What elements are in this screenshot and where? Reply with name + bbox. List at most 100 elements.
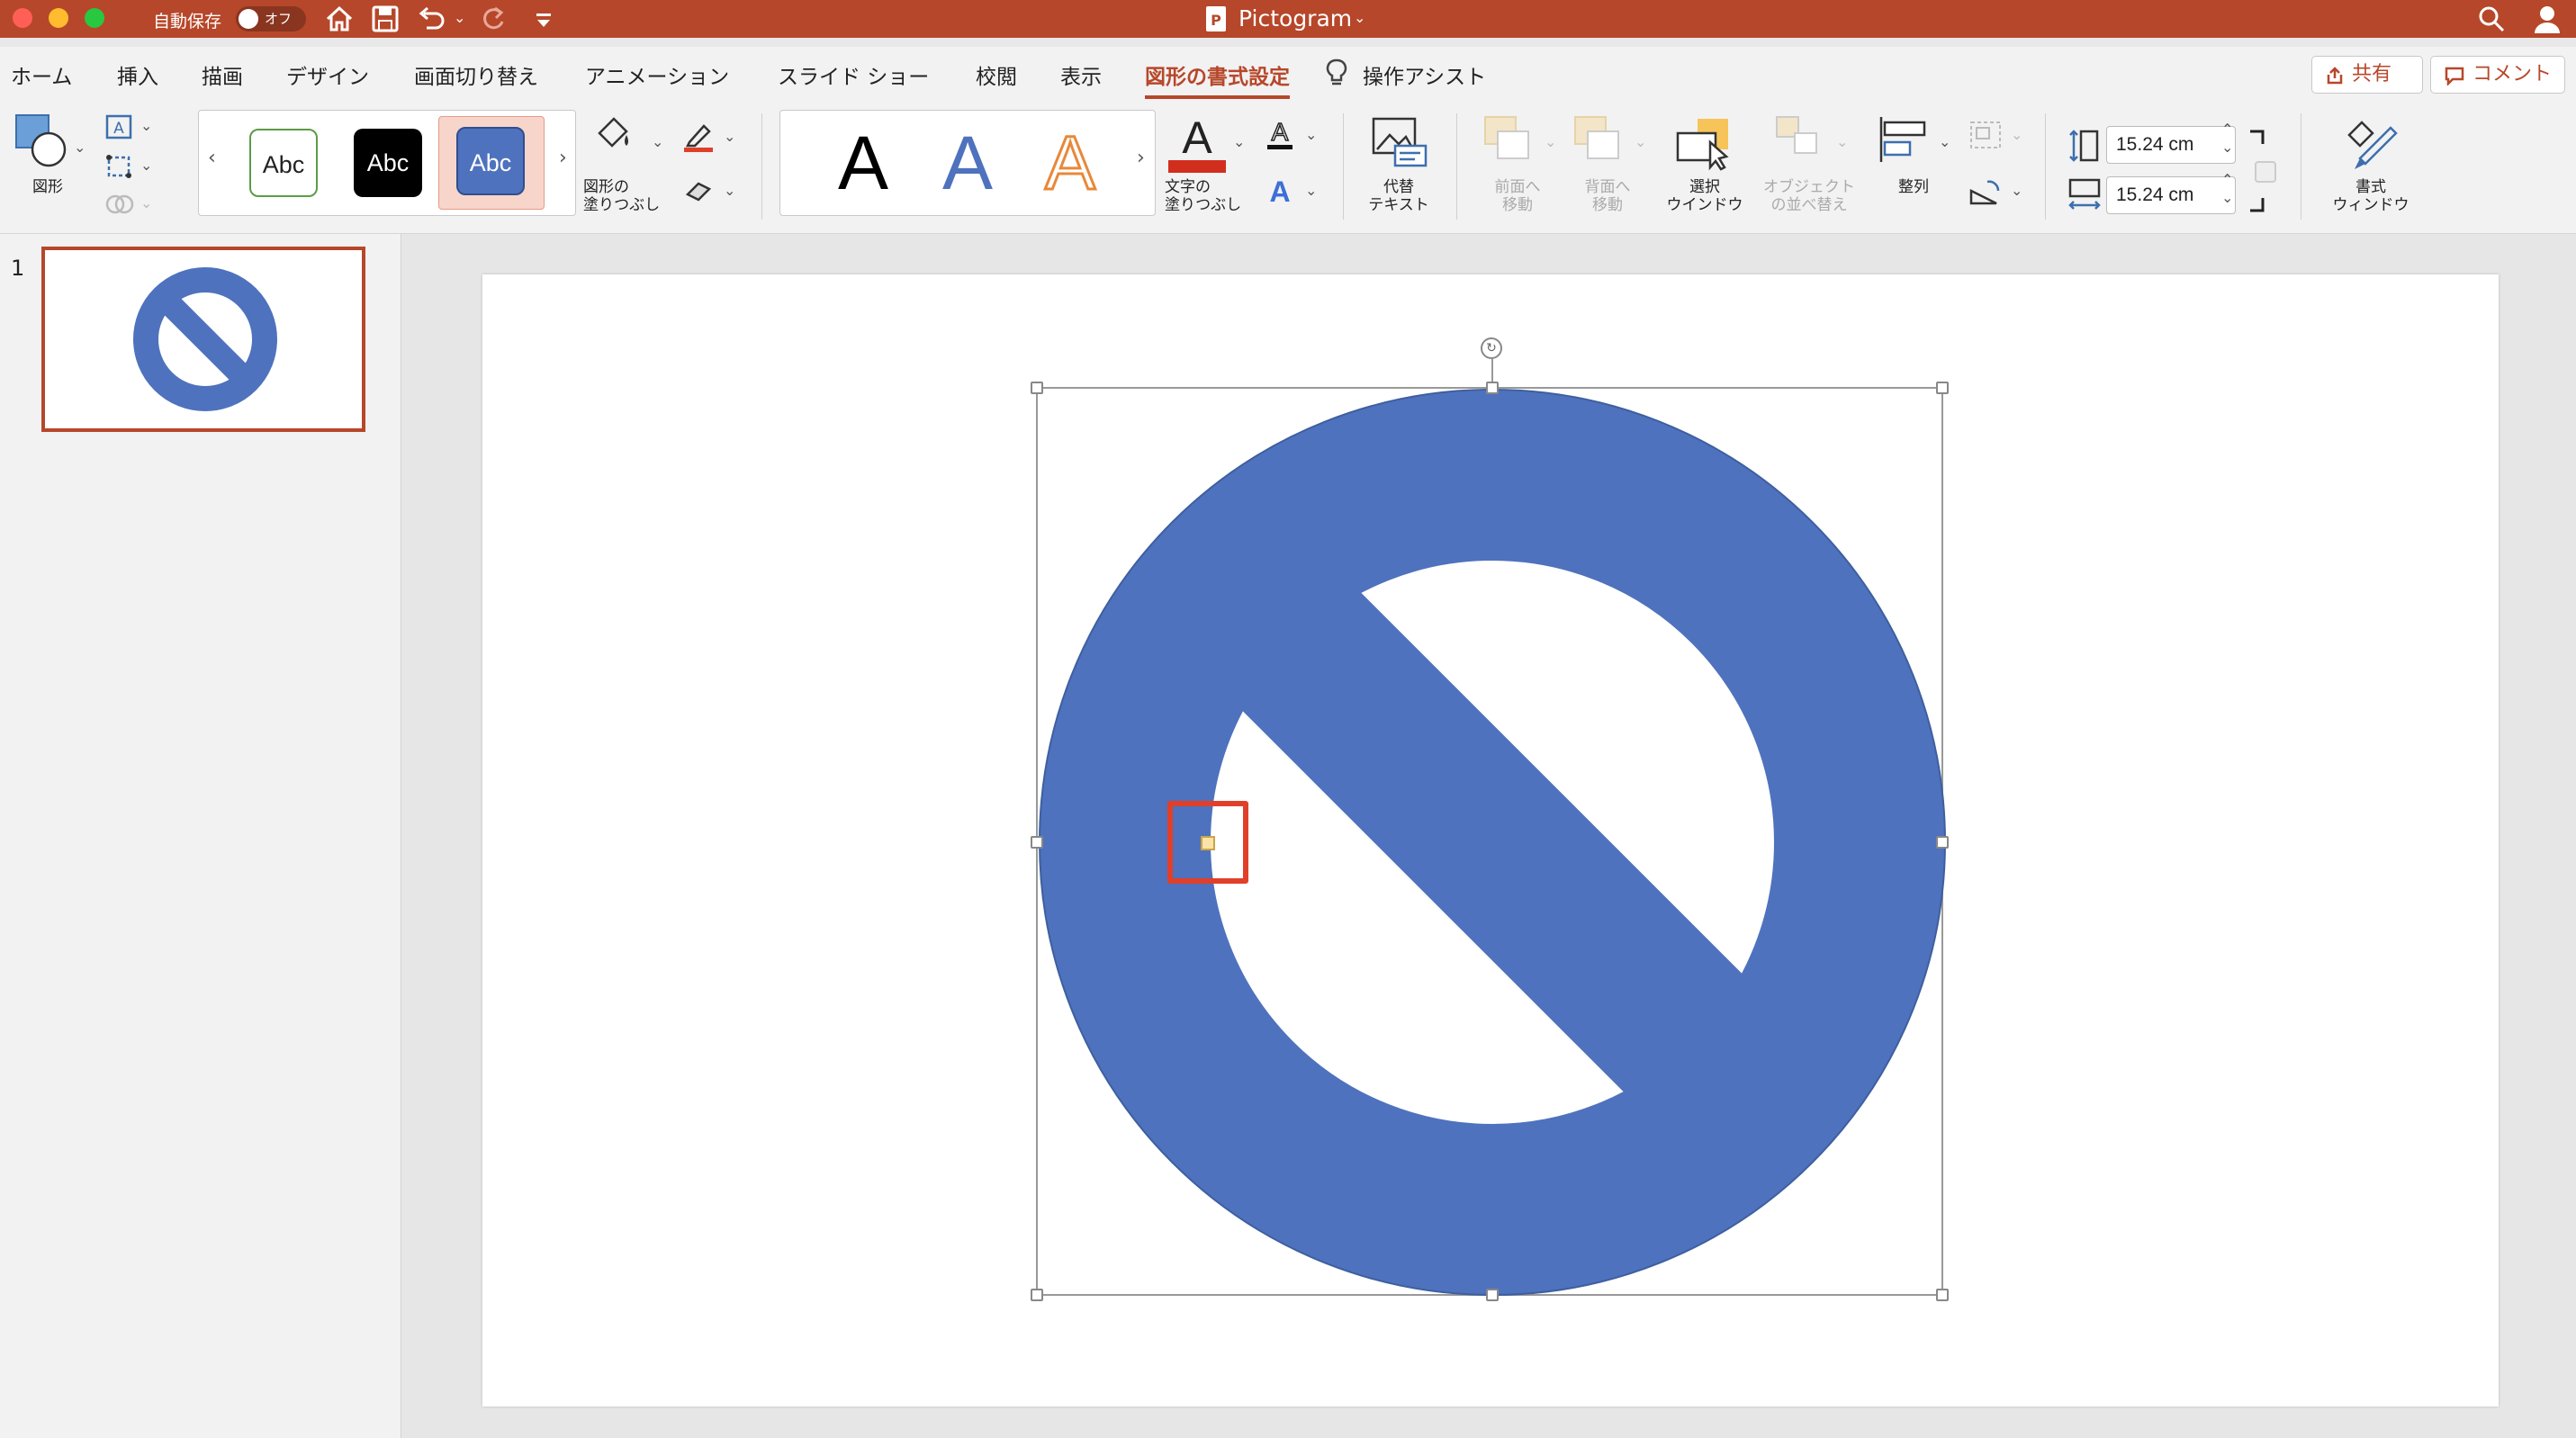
comment-icon (2445, 67, 2464, 85)
arrange-objects-label-2: の並べ替え (1770, 196, 1848, 214)
prohibition-sign-shape[interactable] (482, 274, 2499, 1407)
slide-thumbnail-1[interactable] (41, 247, 365, 432)
shapes-label: 図形 (32, 178, 63, 196)
wordart-scroll-right-icon[interactable]: › (1137, 147, 1145, 169)
text-fill-icon[interactable]: A (1168, 112, 1226, 176)
undo-dropdown-icon[interactable]: ⌄ (454, 9, 465, 26)
gallery-scroll-left-icon[interactable]: ‹ (208, 147, 216, 169)
tab-transitions[interactable]: 画面切り替え (414, 59, 538, 90)
shape-effects-icon[interactable] (682, 176, 715, 205)
undo-icon[interactable] (416, 4, 446, 33)
selection-pane-label-1: 選択 (1689, 178, 1720, 196)
text-fill-dropdown-icon[interactable]: ⌄ (1233, 133, 1245, 150)
edit-shape-dropdown-icon[interactable]: ⌄ (140, 157, 152, 174)
text-outline-icon[interactable]: A (1264, 117, 1296, 153)
shapes-icon[interactable] (14, 113, 70, 169)
lock-aspect-ratio-icon[interactable] (2245, 126, 2281, 216)
comment-button[interactable]: コメント (2430, 56, 2565, 94)
tab-home[interactable]: ホーム (11, 59, 72, 90)
wordart-style-black[interactable]: A (838, 120, 888, 206)
save-icon[interactable] (371, 4, 400, 33)
zoom-window-button[interactable] (85, 8, 104, 28)
text-effects-icon[interactable]: A (1264, 175, 1296, 207)
text-outline-dropdown-icon[interactable]: ⌄ (1305, 126, 1317, 143)
shape-height-input[interactable]: 15.24 cm (2106, 126, 2236, 164)
shapes-dropdown-icon[interactable]: ⌄ (74, 139, 86, 156)
wordart-style-orange-outline[interactable]: A (1043, 120, 1096, 207)
edit-shape-icon[interactable] (104, 153, 133, 180)
tab-draw[interactable]: 描画 (202, 59, 243, 90)
minimize-window-button[interactable] (49, 8, 68, 28)
text-box-dropdown-icon[interactable]: ⌄ (140, 117, 152, 134)
comment-label: コメント (2472, 63, 2553, 85)
shape-style-blue[interactable]: Abc (456, 127, 525, 195)
adjustment-handle[interactable] (1201, 836, 1215, 850)
redo-icon (483, 6, 504, 30)
resize-handle-bottom[interactable] (1486, 1289, 1499, 1301)
shape-effects-dropdown-icon[interactable]: ⌄ (724, 182, 735, 199)
tab-insert[interactable]: 挿入 (117, 59, 158, 90)
height-increase-icon[interactable]: ⌃ (2221, 121, 2233, 138)
rotate-icon[interactable] (1968, 176, 2004, 209)
resize-handle-bottom-right[interactable] (1936, 1289, 1949, 1301)
svg-text:A: A (113, 120, 124, 138)
slide-canvas[interactable]: ↻ (482, 274, 2499, 1407)
shape-width-icon (2068, 178, 2101, 210)
title-dropdown-icon[interactable]: ⌄ (1354, 9, 1365, 26)
bring-forward-label-2: 移動 (1502, 196, 1533, 214)
tab-view[interactable]: 表示 (1060, 59, 1102, 90)
ribbon-separator (2045, 113, 2046, 220)
alt-text-icon[interactable] (1370, 115, 1429, 169)
share-button[interactable]: 共有 (2311, 56, 2423, 94)
arrange-objects-icon (1776, 116, 1817, 154)
height-decrease-icon[interactable]: ⌄ (2221, 139, 2233, 156)
text-effects-dropdown-icon[interactable]: ⌄ (1305, 182, 1317, 199)
resize-handle-top[interactable] (1486, 382, 1499, 394)
tab-animations[interactable]: アニメーション (585, 59, 729, 90)
align-dropdown-icon[interactable]: ⌄ (1939, 133, 1950, 150)
ribbon-separator (761, 113, 762, 220)
width-decrease-icon[interactable]: ⌄ (2221, 189, 2233, 206)
shape-outline-dropdown-icon[interactable]: ⌄ (724, 128, 735, 145)
width-increase-icon[interactable]: ⌃ (2221, 171, 2233, 188)
person-icon[interactable] (2531, 3, 2563, 35)
tab-shape-format[interactable]: 図形の書式設定 (1145, 59, 1290, 99)
customize-icon[interactable] (533, 11, 554, 29)
alt-text-label-2: テキスト (1368, 196, 1429, 214)
format-pane-label-1: 書式 (2355, 178, 2386, 196)
shape-styles-gallery: ‹ Abc Abc Abc › (198, 110, 576, 216)
shape-style-dark[interactable]: Abc (354, 129, 422, 197)
rotate-dropdown-icon[interactable]: ⌄ (2011, 182, 2022, 199)
selection-pane-icon[interactable] (1674, 115, 1734, 171)
selection-pane-label-2: ウインドウ (1666, 196, 1743, 214)
resize-handle-top-right[interactable] (1936, 382, 1949, 394)
search-icon[interactable] (2477, 4, 2506, 33)
align-label: 整列 (1898, 178, 1929, 196)
tab-slideshow[interactable]: スライド ショー (778, 59, 929, 90)
resize-handle-top-left[interactable] (1031, 382, 1043, 394)
resize-handle-left[interactable] (1031, 836, 1043, 849)
tell-me-assist[interactable]: 操作アシスト (1363, 59, 1486, 90)
arrange-objects-label-1: オブジェクト (1763, 178, 1855, 196)
format-pane-icon[interactable] (2340, 113, 2403, 173)
text-box-icon[interactable]: A (104, 113, 133, 140)
paint-bucket-icon[interactable] (594, 113, 634, 157)
shape-width-input[interactable]: 15.24 cm (2106, 176, 2236, 214)
close-window-button[interactable] (13, 8, 32, 28)
align-icon[interactable] (1878, 113, 1932, 166)
tab-design[interactable]: デザイン (286, 59, 369, 90)
wordart-style-blue[interactable]: A (942, 120, 993, 206)
rotate-handle-icon[interactable]: ↻ (1481, 337, 1502, 359)
resize-handle-bottom-left[interactable] (1031, 1289, 1043, 1301)
home-icon[interactable] (324, 4, 355, 34)
resize-handle-right[interactable] (1936, 836, 1949, 849)
tab-review[interactable]: 校閲 (976, 59, 1017, 90)
shape-fill-label-1: 図形の (583, 178, 629, 196)
shape-style-outline[interactable]: Abc (249, 129, 318, 197)
shape-fill-dropdown-icon[interactable]: ⌄ (652, 133, 663, 150)
group-dropdown-icon: ⌄ (2011, 126, 2023, 143)
autosave-toggle[interactable]: オフ (236, 6, 306, 31)
bring-forward-icon (1484, 116, 1529, 159)
shape-outline-icon[interactable] (682, 121, 715, 153)
gallery-scroll-right-icon[interactable]: › (559, 147, 567, 169)
